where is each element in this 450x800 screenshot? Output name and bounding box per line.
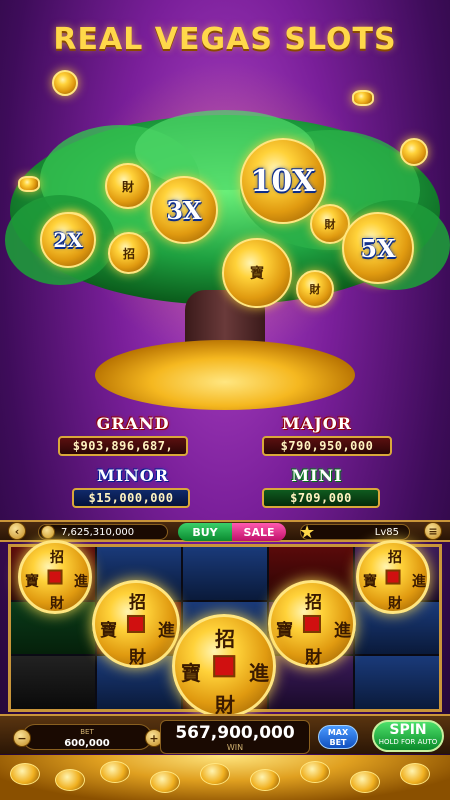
jackpot-grand-value: $903,896,687, — [58, 436, 188, 456]
menu-icon[interactable]: ≡ — [424, 522, 442, 540]
max-bet-line1: MAX — [327, 728, 349, 737]
reel-symbol — [355, 656, 439, 709]
buy-sale-button[interactable]: BUY SALE — [178, 523, 286, 541]
coin-char-top: 招 — [388, 550, 402, 566]
fortune-coin: 招 寶 進 財 — [268, 580, 356, 668]
fortune-coin: 招 寶 進 財 — [172, 614, 276, 718]
multiplier-coin-10x: 10X — [240, 138, 326, 224]
bet-value: 600,000 — [64, 738, 110, 749]
coin-char-top: 招 — [129, 593, 146, 613]
coin-pile — [95, 340, 355, 410]
multiplier-coin-2x: 2X — [40, 212, 96, 268]
reel-symbol — [11, 656, 95, 709]
coin-char-left: 寶 — [363, 574, 377, 590]
bet-decrease-button[interactable]: − — [13, 729, 31, 747]
coin-char-right: 進 — [158, 621, 175, 641]
coin-char-right: 進 — [249, 661, 269, 685]
top-status-bar: ‹ 7,625,310,000 BUY SALE ★ Lv85 ≡ — [0, 520, 450, 543]
multiplier-2x: 2X — [53, 228, 83, 252]
spin-button[interactable]: SPIN HOLD FOR AUTO — [372, 720, 444, 752]
jackpot-minor-label: MINOR — [96, 466, 170, 485]
multiplier-coin-5x: 5X — [342, 212, 414, 284]
bet-selector[interactable]: − BET 600,000 + — [13, 724, 163, 750]
level-value: Lv85 — [374, 526, 399, 538]
bottom-control-bar: − BET 600,000 + 567,900,000 WIN MAX BET … — [0, 714, 450, 754]
spin-label: SPIN — [389, 722, 427, 738]
balance-value: 7,625,310,000 — [61, 526, 135, 538]
multiplier-coin-3x: 3X — [150, 176, 218, 244]
coin-char-top: 招 — [215, 627, 235, 651]
gold-ingot — [352, 90, 374, 106]
game-title: REAL VEGAS SLOTS — [53, 22, 397, 57]
jackpot-grand-label: GRAND — [96, 414, 170, 433]
spin-sublabel: HOLD FOR AUTO — [378, 738, 438, 746]
floating-coin — [52, 70, 78, 96]
reel-symbol — [183, 547, 267, 600]
jackpot-mini-value: $709,000 — [262, 488, 380, 508]
tree-coin: 財 — [105, 163, 151, 209]
gold-ingot — [18, 176, 40, 192]
tree-coin: 寶 — [222, 238, 292, 308]
max-bet-line2: BET — [329, 738, 347, 747]
coin-char-top: 招 — [50, 550, 64, 566]
coin-char-left: 寶 — [276, 621, 293, 641]
jackpot-major-label: MAJOR — [282, 414, 352, 433]
floating-coin — [400, 138, 428, 166]
win-display: 567,900,000 WIN — [160, 720, 310, 754]
coin-char-bottom: 財 — [305, 648, 322, 668]
coin-char-bottom: 財 — [388, 596, 402, 612]
coin-floor — [0, 755, 450, 800]
player-level: ★ Lv85 — [299, 522, 410, 543]
tree-coin: 財 — [296, 270, 334, 308]
coin-char-right: 進 — [334, 621, 351, 641]
coin-char-top: 招 — [305, 593, 322, 613]
win-value: 567,900,000 — [175, 723, 295, 743]
buy-button[interactable]: BUY — [178, 523, 232, 541]
back-arrow-icon[interactable]: ‹ — [8, 522, 26, 540]
coin-char-right: 進 — [412, 574, 426, 590]
coin-char-left: 寶 — [181, 661, 201, 685]
multiplier-3x: 3X — [166, 195, 202, 225]
fortune-coin: 招 寶 進 財 — [92, 580, 180, 668]
star-icon: ★ — [299, 522, 316, 543]
multiplier-10x: 10X — [250, 163, 316, 199]
coin-char-left: 寶 — [100, 621, 117, 641]
fortune-coin: 招 寶 進 財 — [356, 540, 430, 614]
coin-char-right: 進 — [74, 574, 88, 590]
tree-coin: 招 — [108, 232, 150, 274]
bet-label: BET — [80, 728, 94, 736]
fortune-coin: 招 寶 進 財 — [18, 540, 92, 614]
max-bet-button[interactable]: MAX BET — [318, 725, 358, 749]
jackpot-minor-value: $15,000,000 — [72, 488, 190, 508]
jackpot-mini-label: MINI — [291, 466, 343, 485]
coin-char-bottom: 財 — [50, 596, 64, 612]
coin-balance: 7,625,310,000 — [38, 524, 168, 540]
multiplier-5x: 5X — [360, 233, 396, 263]
coin-char-left: 寶 — [25, 574, 39, 590]
coin-char-bottom: 財 — [129, 648, 146, 668]
sale-button[interactable]: SALE — [232, 523, 286, 541]
jackpot-major-value: $790,950,000 — [262, 436, 392, 456]
win-label: WIN — [226, 743, 244, 752]
coin-icon — [41, 525, 55, 539]
